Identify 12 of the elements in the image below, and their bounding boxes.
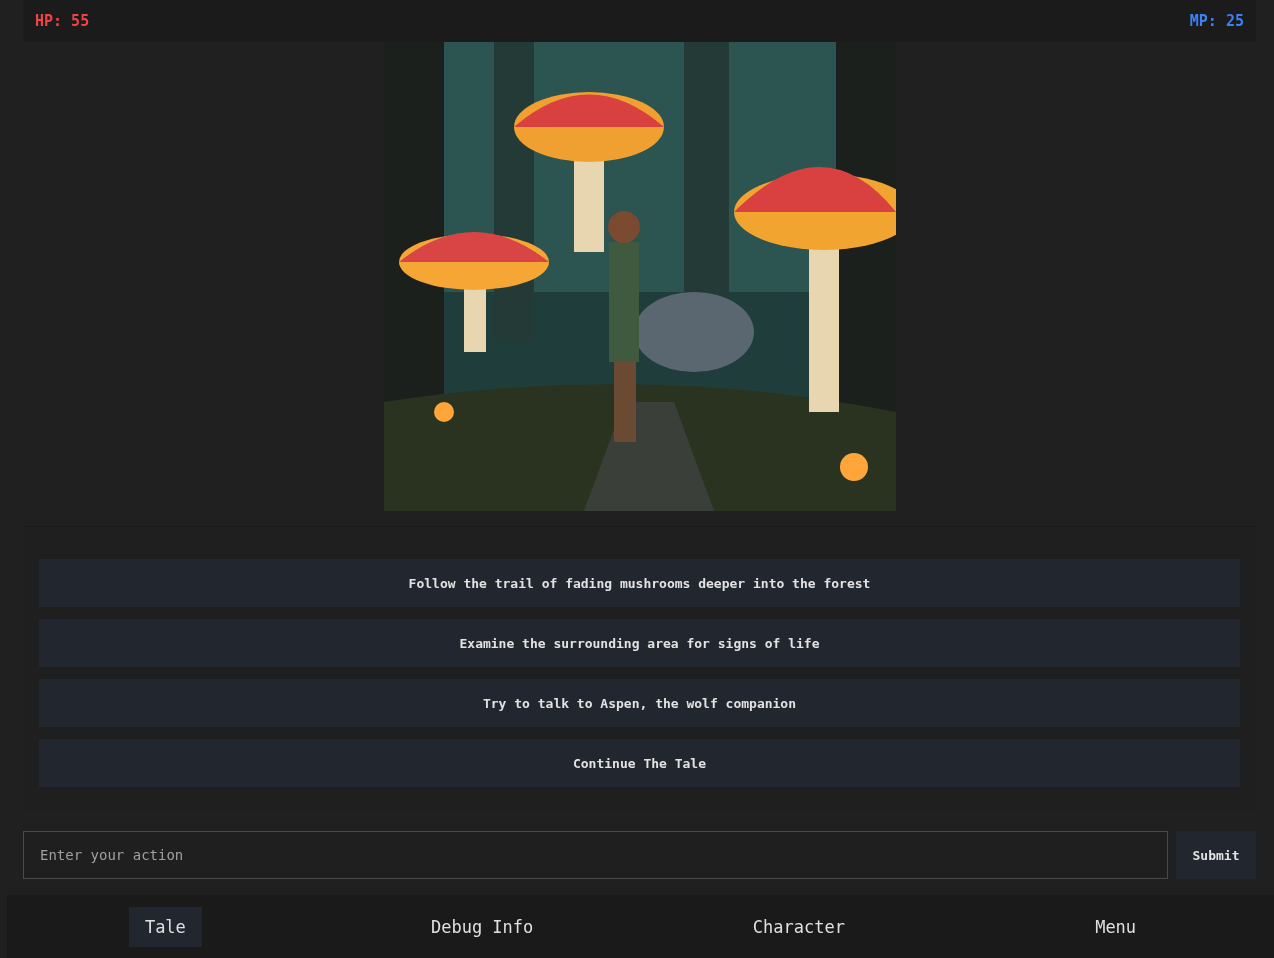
action-input[interactable]: Enter your action (23, 831, 1168, 879)
nav-tab[interactable]: Debug Info (414, 906, 550, 947)
nav-tab[interactable]: Character (736, 906, 861, 947)
nav-tab[interactable]: Tale (128, 906, 202, 947)
choice-button[interactable]: Follow the trail of fading mushrooms deeper into the forest (39, 559, 1240, 607)
choice-button[interactable]: Continue The Tale (39, 739, 1240, 787)
submit-button[interactable]: Submit (1176, 831, 1256, 879)
nav-tab[interactable]: Menu (1079, 906, 1153, 947)
choice-button[interactable]: Examine the surrounding area for signs of life (39, 619, 1240, 667)
choice-button[interactable]: Try to talk to Aspen, the wolf companion (39, 679, 1240, 727)
hp-stat: HP: 55 (35, 12, 90, 30)
mp-stat: MP: 25 (1189, 12, 1244, 30)
